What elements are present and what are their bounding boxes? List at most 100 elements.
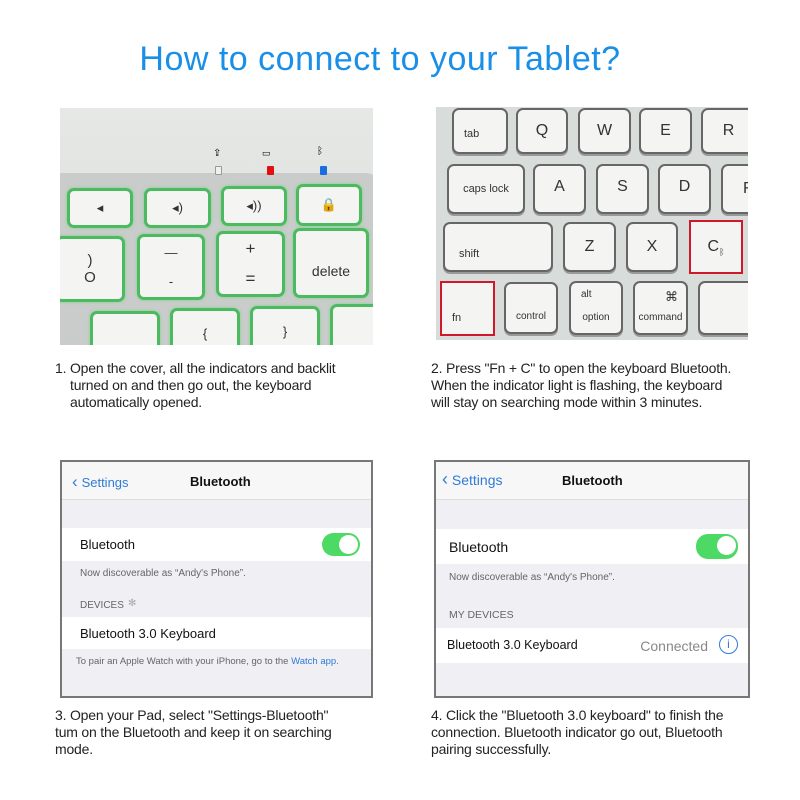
key-label: Q <box>535 122 549 139</box>
step-1-caption: 1. Open the cover, all the indicators an… <box>55 360 336 411</box>
command-icon: ⌘ <box>665 289 678 304</box>
key-label: - <box>168 274 174 289</box>
caption-line: connection. Bluetooth indicator go out, … <box>431 724 723 740</box>
delete-key: delete <box>293 228 369 298</box>
bluetooth-toggle[interactable] <box>322 533 360 556</box>
bluetooth-toggle-row: Bluetooth <box>62 528 371 561</box>
connection-status: Connected <box>640 638 708 654</box>
bluetooth-toggle-row: Bluetooth <box>436 529 748 564</box>
backslash-key <box>330 304 373 345</box>
p-key <box>90 311 160 345</box>
q-key: Q <box>516 108 568 154</box>
key-label: X <box>646 238 658 255</box>
bluetooth-label: Bluetooth <box>80 537 135 552</box>
key-label: ) <box>87 252 93 269</box>
section-header: MY DEVICES <box>449 609 514 621</box>
mute-key: ◂ <box>67 188 133 228</box>
key-label: C <box>707 238 720 255</box>
r-key: R <box>701 108 748 154</box>
bracket-open-key: { <box>170 308 240 345</box>
keyboard-backlit-photo: ⇪ ▭ ᛒ ◂ ◂) ◂)) 🔒 ) O — - + = delete { } <box>60 108 373 345</box>
battery-icon: ▭ <box>262 148 271 158</box>
caption-line: pairing successfully. <box>431 741 552 757</box>
spinner-icon: ✻ <box>128 598 137 609</box>
e-key: E <box>639 108 692 154</box>
volume-down-icon: ◂) <box>172 200 183 215</box>
section-header: DEVICES <box>80 600 124 611</box>
step-4-caption: 4. Click the "Bluetooth 3.0 keyboard" to… <box>431 707 724 758</box>
key-label: delete <box>311 263 351 279</box>
caps-indicator-light <box>215 166 222 175</box>
key-label: command <box>638 312 683 323</box>
fn-key: fn <box>440 281 495 336</box>
device-row[interactable]: Bluetooth 3.0 Keyboard <box>62 617 371 649</box>
shift-key: shift <box>443 222 553 272</box>
nav-bar: ‹ Settings Bluetooth <box>436 462 748 500</box>
back-button[interactable]: ‹ Settings <box>442 469 502 490</box>
bluetooth-settings-connected: ‹ Settings Bluetooth Bluetooth Now disco… <box>434 460 750 698</box>
bluetooth-toggle[interactable] <box>696 534 738 559</box>
caption-line: 1. Open the cover, all the indicators an… <box>55 360 336 376</box>
key-label: O <box>84 269 96 286</box>
a-key: A <box>533 164 586 214</box>
key-label: D <box>678 178 691 195</box>
caption-line: 3. Open your Pad, select "Settings-Bluet… <box>55 707 329 723</box>
battery-indicator-light <box>267 166 274 175</box>
key-label: A <box>554 178 565 195</box>
chevron-left-icon: ‹ <box>442 469 448 489</box>
minus-key: — - <box>137 234 205 300</box>
key-label: control <box>515 311 546 322</box>
device-row[interactable]: Bluetooth 3.0 Keyboard Connected i <box>436 628 748 663</box>
volume-down-key: ◂) <box>144 188 211 228</box>
space-key <box>698 281 748 335</box>
caption-line: tum on the Bluetooth and keep it on sear… <box>55 724 332 740</box>
key-label: Z <box>584 238 595 255</box>
back-label: Settings <box>451 472 503 488</box>
c-bluetooth-key: Cᛒ <box>689 220 743 274</box>
mute-icon: ◂ <box>96 200 104 215</box>
bluetooth-icon: ᛒ <box>317 146 323 157</box>
s-key: S <box>596 164 649 214</box>
step-2-caption: 2. Press "Fn + C" to open the keyboard B… <box>431 360 731 411</box>
key-label: alt <box>581 289 592 300</box>
page-title: How to connect to your Tablet? <box>139 40 621 78</box>
key-label: S <box>617 178 628 195</box>
watch-app-link[interactable]: Watch app. <box>291 656 339 667</box>
d-key: D <box>658 164 711 214</box>
key-label: fn <box>452 312 462 324</box>
caption-line: 4. Click the "Bluetooth 3.0 keyboard" to… <box>431 707 724 723</box>
caption-line: turned on and then go out, the keyboard <box>70 377 312 393</box>
key-label: tab <box>464 128 480 140</box>
key-label: shift <box>459 248 480 260</box>
key-label: — <box>164 245 178 260</box>
caps-lock-icon: ⇪ <box>213 148 222 159</box>
caps-lock-key: caps lock <box>447 164 525 214</box>
back-button[interactable]: ‹ Settings <box>72 472 129 492</box>
lock-key: 🔒 <box>296 184 362 226</box>
key-label: { <box>202 325 208 341</box>
caption-line: automatically opened. <box>70 394 202 410</box>
bluetooth-indicator-light <box>320 166 327 175</box>
discoverable-text: Now discoverable as “Andy's Phone”. <box>449 572 615 583</box>
step-3-caption: 3. Open your Pad, select "Settings-Bluet… <box>55 707 332 758</box>
x-key: X <box>626 222 678 272</box>
device-name: Bluetooth 3.0 Keyboard <box>447 638 578 652</box>
key-label: caps lock <box>463 183 509 195</box>
back-label: Settings <box>81 475 129 490</box>
discoverable-text: Now discoverable as “Andy's Phone”. <box>80 568 246 579</box>
control-key: control <box>504 282 558 334</box>
option-key: alt option <box>569 281 623 335</box>
z-key: Z <box>563 222 616 272</box>
w-key: W <box>578 108 631 154</box>
zero-key: ) O <box>60 236 125 302</box>
info-icon[interactable]: i <box>719 635 738 654</box>
key-label: F <box>743 180 748 197</box>
key-label: + <box>245 239 256 258</box>
bluetooth-icon: ᛒ <box>719 247 725 257</box>
key-label: W <box>596 122 613 139</box>
key-label: R <box>722 122 735 139</box>
device-name: Bluetooth 3.0 Keyboard <box>80 626 216 641</box>
key-label: = <box>245 269 256 288</box>
nav-bar: ‹ Settings Bluetooth <box>62 462 371 500</box>
volume-up-icon: ◂)) <box>246 198 262 213</box>
